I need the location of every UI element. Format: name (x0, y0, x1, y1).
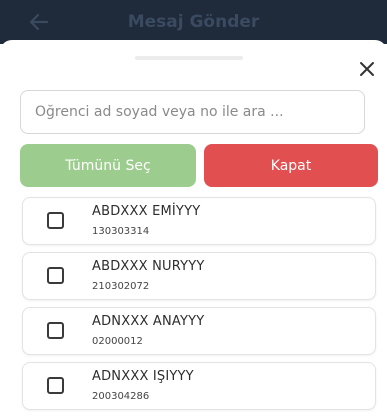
checkbox[interactable] (47, 212, 64, 229)
student-number: 130303314 (92, 226, 150, 237)
page-title: Mesaj Gönder (127, 12, 260, 32)
student-name: ABDXXX EMİYYY (92, 204, 201, 219)
bottom-sheet: Tümünü Seç Kapat ABDXXX EMİYYY 130303314… (0, 40, 387, 417)
close-button[interactable]: Kapat (204, 144, 378, 187)
sheet-drag-handle[interactable] (135, 56, 243, 60)
student-number: 02000012 (92, 336, 143, 347)
student-name: ADNXXX ANAYYY (92, 314, 205, 329)
student-search-input[interactable] (20, 90, 365, 134)
student-name: ABDXXX NURYYY (92, 259, 205, 274)
student-name: ADNXXX IŞIYYY (92, 369, 194, 384)
close-icon[interactable] (358, 60, 376, 78)
app-bar: Mesaj Gönder (0, 0, 387, 44)
list-item[interactable]: ADNXXX ANAYYY 02000012 (22, 307, 376, 355)
student-list: ABDXXX EMİYYY 130303314 ABDXXX NURYYY 21… (22, 197, 376, 417)
student-number: 210302072 (92, 281, 150, 292)
list-item[interactable]: ABDXXX EMİYYY 130303314 (22, 197, 376, 245)
checkbox[interactable] (47, 322, 64, 339)
select-all-button[interactable]: Tümünü Seç (20, 144, 196, 187)
checkbox[interactable] (47, 377, 64, 394)
list-item[interactable]: ADNXXX IŞIYYY 200304286 (22, 362, 376, 410)
list-item[interactable]: ABDXXX NURYYY 210302072 (22, 252, 376, 300)
student-number: 200304286 (92, 391, 150, 402)
checkbox[interactable] (47, 267, 64, 284)
